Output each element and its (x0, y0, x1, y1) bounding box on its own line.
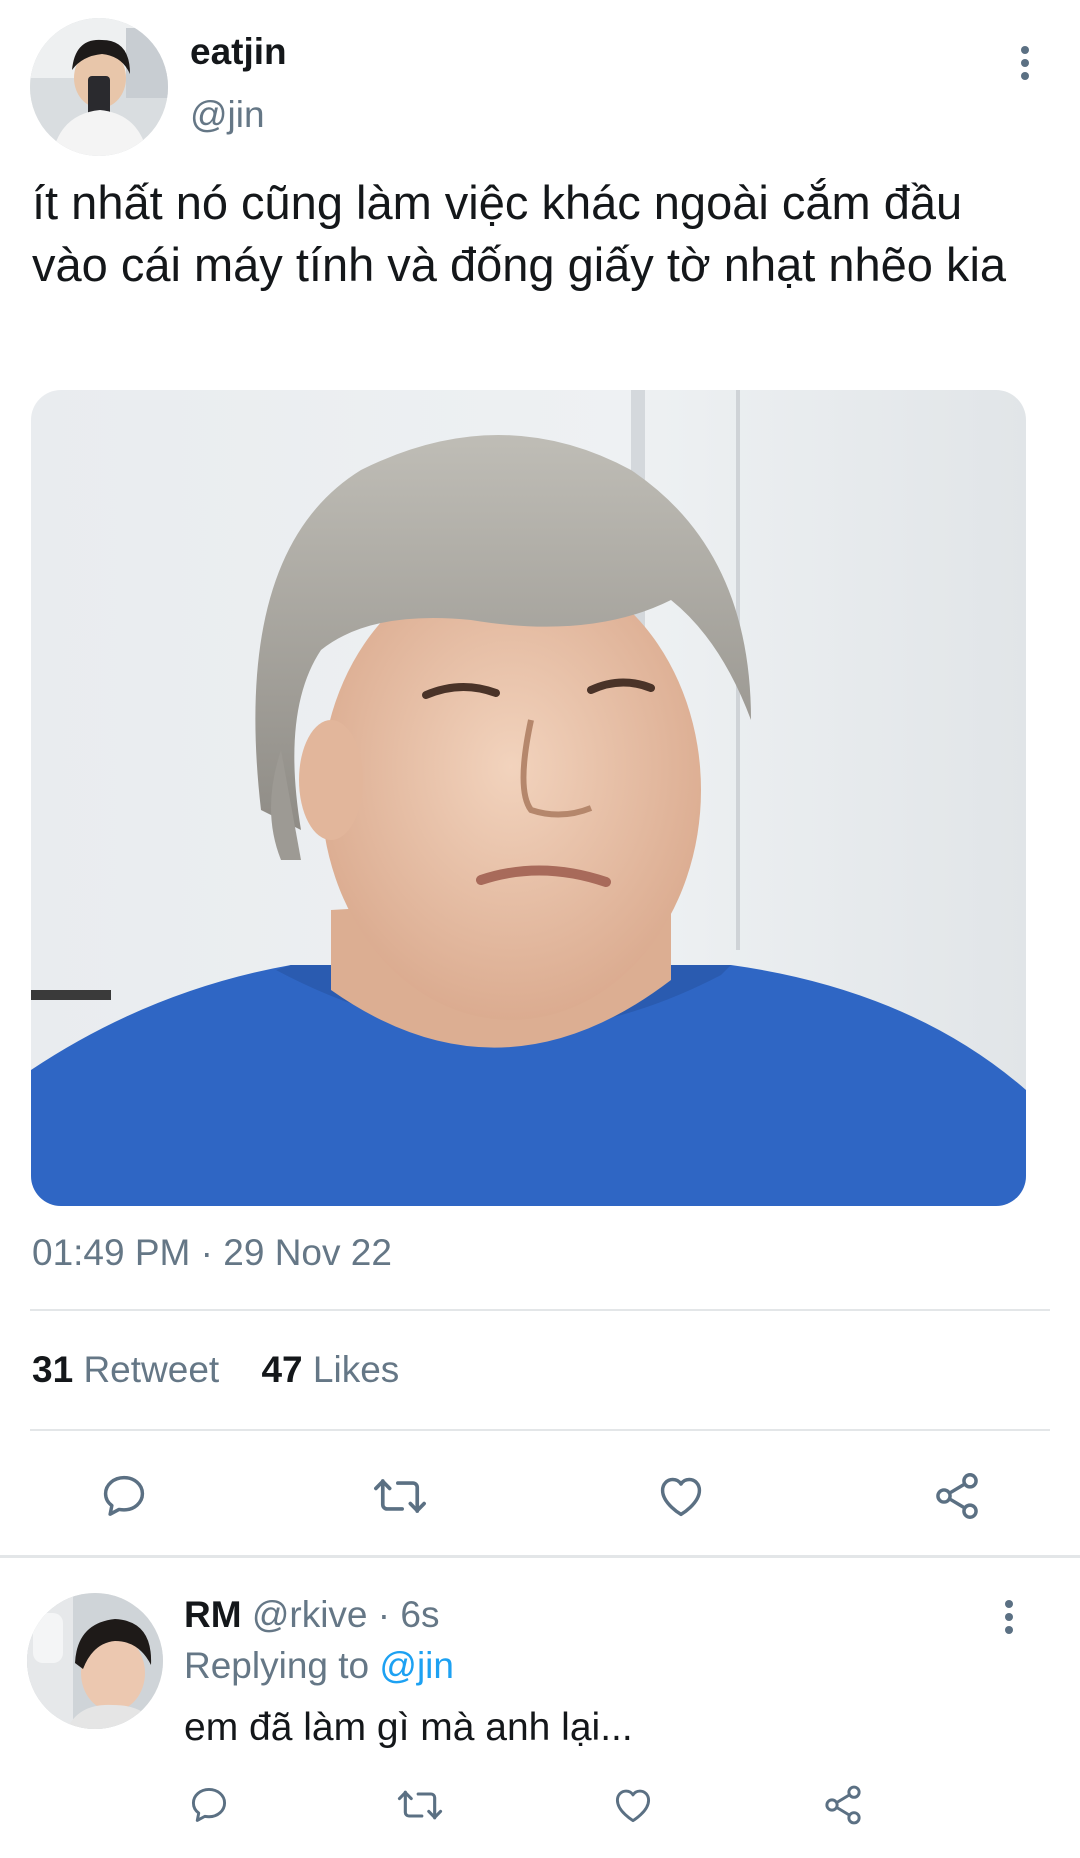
tweet-text: ít nhất nó cũng làm việc khác ngoài cắm … (32, 176, 1007, 291)
author-avatar[interactable] (30, 18, 168, 156)
reply-separator: · (377, 1594, 391, 1635)
timestamp-separator: · (200, 1232, 213, 1273)
likes-label: Likes (312, 1349, 400, 1390)
retweet-button[interactable] (370, 1466, 430, 1526)
author-handle[interactable]: @jin (190, 94, 265, 136)
share-icon (825, 1785, 861, 1825)
reply-more-options-icon[interactable] (999, 1598, 1019, 1638)
reply-retweet-button[interactable] (393, 1780, 447, 1830)
share-icon (936, 1473, 978, 1519)
like-icon (615, 1789, 651, 1823)
retweet-icon (374, 1479, 426, 1513)
tweet-photo (31, 390, 1026, 1206)
like-icon (660, 1477, 702, 1517)
section-divider (0, 1555, 1080, 1558)
divider (30, 1429, 1050, 1431)
tweet-stats: 31 Retweet 47 Likes (32, 1349, 399, 1391)
tweet-timestamp: 01:49 PM · 29 Nov 22 (32, 1232, 392, 1274)
share-button[interactable] (927, 1466, 987, 1526)
reply-share-button[interactable] (818, 1780, 868, 1830)
reply-icon (191, 1787, 227, 1822)
reply-reply-button[interactable] (184, 1780, 234, 1830)
tweet-time: 01:49 PM (32, 1232, 191, 1273)
author-avatar-photo (30, 18, 168, 156)
retweet-count: 31 (32, 1349, 74, 1390)
retweet-label: Retweet (83, 1349, 220, 1390)
divider (30, 1309, 1050, 1311)
reply-icon (103, 1475, 145, 1516)
replying-to-mention[interactable]: @jin (379, 1645, 454, 1686)
author-display-name[interactable]: eatjin (190, 31, 287, 73)
retweet-stat[interactable]: 31 Retweet (32, 1349, 219, 1391)
tweet-image[interactable] (31, 390, 1026, 1206)
tweet-date: 29 Nov 22 (223, 1232, 392, 1273)
replying-to: Replying to @jin (184, 1645, 454, 1687)
reply-like-button[interactable] (608, 1780, 658, 1830)
reply-button[interactable] (94, 1466, 154, 1526)
likes-count: 47 (261, 1349, 303, 1390)
reply-handle[interactable]: @rkive (252, 1594, 368, 1635)
retweet-icon (397, 1790, 443, 1820)
more-options-icon[interactable] (1015, 44, 1035, 84)
reply-text: em đã làm gì mà anh lại... (184, 1706, 633, 1749)
replying-to-label: Replying to (184, 1645, 370, 1686)
reply-age: 6s (400, 1594, 440, 1635)
reply-author-avatar[interactable] (27, 1593, 163, 1729)
reply-display-name[interactable]: RM (184, 1594, 242, 1635)
likes-stat[interactable]: 47 Likes (261, 1349, 399, 1391)
like-button[interactable] (651, 1466, 711, 1526)
reply-avatar-photo (27, 1593, 163, 1729)
reply-header: RM @rkive · 6s (184, 1594, 439, 1636)
